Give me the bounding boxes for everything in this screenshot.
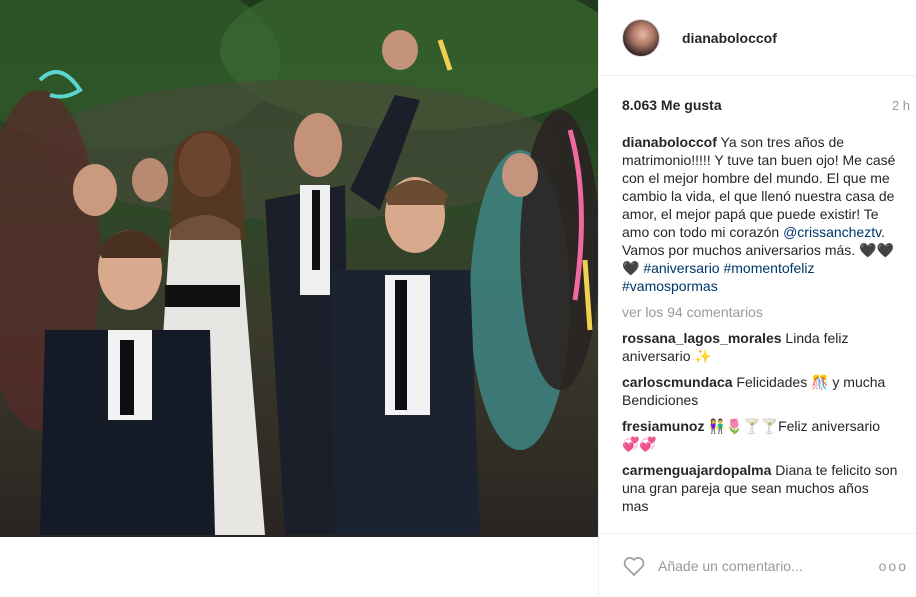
post-header: dianaboloccof [599,0,916,76]
comment-item: carmenguajardopalma Diana te felicito so… [622,461,898,515]
comment-item: fresiamunoz 👫🌷🍸🍸Feliz aniversario 💞💞 [622,417,898,453]
comment-username[interactable]: fresiamunoz [622,418,704,434]
comments-list: dianaboloccof Ya son tres años de matrim… [622,133,898,529]
caption: dianaboloccof Ya son tres años de matrim… [622,133,898,295]
post-photo[interactable] [0,0,598,537]
comment-username[interactable]: carmenguajardopalma [622,462,771,478]
avatar[interactable] [622,18,660,57]
wedding-photo-illustration [0,0,598,535]
comment-item: rossana_lagos_morales Linda feliz aniver… [622,329,898,365]
comment-username[interactable]: carloscmundaca [622,374,733,390]
add-comment-input[interactable] [658,557,868,574]
likes-count[interactable]: 8.063 Me gusta [622,97,722,113]
likes-row: 8.063 Me gusta 2 h [622,97,910,113]
header-username[interactable]: dianaboloccof [682,30,777,46]
post-details-panel: dianaboloccof 8.063 Me gusta 2 h dianabo… [599,0,916,597]
comment-username[interactable]: rossana_lagos_morales [622,330,782,346]
post-time[interactable]: 2 h [892,98,910,113]
more-options-icon[interactable]: ooo [879,558,908,574]
hashtag-vamospormas[interactable]: #vamospormas [622,278,718,294]
caption-username[interactable]: dianaboloccof [622,134,717,150]
comment-bar: ooo [599,533,916,597]
view-all-comments-link[interactable]: ver los 94 comentarios [622,303,898,321]
comment-item: carloscmundaca Felicidades 🎊 y mucha Ben… [622,373,898,409]
photo-margin [0,537,598,597]
heart-outline-icon[interactable] [622,554,646,578]
hashtag-momentofeliz[interactable]: #momentofeliz [723,260,814,276]
hashtag-aniversario[interactable]: #aniversario [643,260,719,276]
caption-mention[interactable]: @crissancheztv [783,224,881,240]
